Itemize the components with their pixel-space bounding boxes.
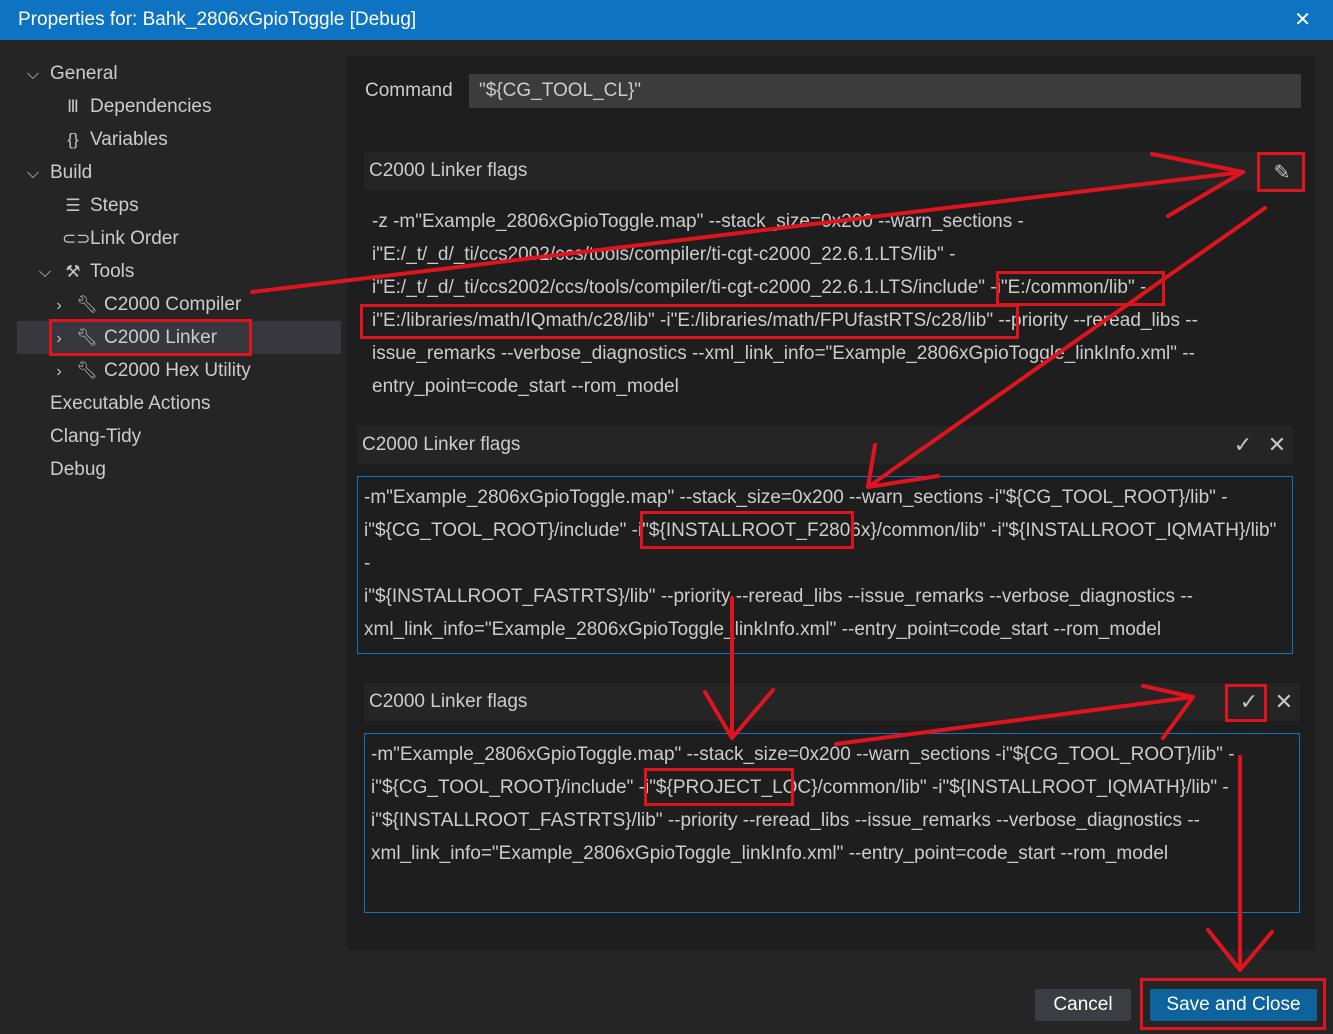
tree-item-label: Variables — [90, 129, 168, 150]
tree-item-variables[interactable]: {} Variables — [62, 123, 168, 156]
command-input[interactable]: "${CG_TOOL_CL}" — [469, 74, 1301, 108]
tree-item-tools[interactable]: ⌵ ⚒ Tools — [36, 255, 134, 288]
wrench-icon: 🔧︎ — [76, 361, 98, 380]
tree-item-label: Dependencies — [90, 96, 212, 117]
editor-line: i"${INSTALLROOT_FASTRTS}/lib" --priority… — [371, 810, 1200, 831]
cancel-button[interactable]: Cancel — [1035, 989, 1131, 1021]
editor-line: i"${CG_TOOL_ROOT}/include" -i"${INSTALLR… — [364, 520, 1277, 574]
title-bar: Properties for: Bahk_2806xGpioToggle [De… — [0, 0, 1333, 40]
tree-item-steps[interactable]: ☰ Steps — [62, 189, 139, 222]
chevron-right-icon: › — [56, 330, 62, 347]
linker-flags-editor-header: C2000 Linker flags — [364, 683, 1300, 721]
flags-line: i"E:/_t/_d/_ti/ccs2002/ccs/tools/compile… — [372, 277, 1147, 298]
wrench-icon: 🔧︎ — [76, 295, 98, 314]
editor-line: -m"Example_2806xGpioToggle.map" --stack_… — [364, 487, 1228, 508]
linker-flags-title: C2000 Linker flags — [369, 691, 528, 712]
close-icon[interactable]: ✕ — [1262, 430, 1292, 460]
chevron-right-icon: › — [56, 297, 62, 314]
save-and-close-button[interactable]: Save and Close — [1150, 989, 1317, 1021]
close-icon[interactable]: ✕ — [1269, 687, 1299, 717]
tree-item-label: Executable Actions — [50, 393, 211, 414]
link-icon: ⊂⊃ — [62, 229, 91, 248]
chevron-down-icon: ⌵ — [26, 66, 40, 83]
chevron-down-icon: ⌵ — [38, 264, 52, 281]
check-icon[interactable]: ✓ — [1234, 687, 1264, 717]
linker-flags-title: C2000 Linker flags — [369, 160, 528, 181]
library-icon: Ⅲ — [67, 97, 79, 116]
editor-line: xml_link_info="Example_2806xGpioToggle_l… — [371, 843, 1169, 864]
tree-item-build[interactable]: ⌵ Build — [24, 156, 92, 189]
editor-line: xml_link_info="Example_2806xGpioToggle_l… — [364, 619, 1162, 640]
tree-item-label: C2000 Compiler — [104, 294, 242, 315]
tree-item-c2000-compiler[interactable]: › 🔧︎ C2000 Compiler — [50, 288, 241, 321]
sidebar — [0, 40, 345, 1034]
wrench-icon: 🔧︎ — [76, 328, 98, 347]
chevron-right-icon: › — [56, 363, 62, 380]
linker-flags-header: C2000 Linker flags — [364, 152, 1306, 190]
tree-item-link-order[interactable]: ⊂⊃Link Order — [62, 222, 179, 255]
chevron-down-icon: ⌵ — [26, 165, 40, 182]
tree-item-c2000-hex-utility[interactable]: › 🔧︎ C2000 Hex Utility — [50, 354, 251, 387]
tree-item-clang-tidy[interactable]: Clang-Tidy — [50, 420, 141, 453]
flags-line: -z -m"Example_2806xGpioToggle.map" --sta… — [372, 211, 1024, 232]
tree-item-label: Clang-Tidy — [50, 426, 142, 447]
tree-item-label: C2000 Hex Utility — [104, 360, 251, 381]
window-title: Properties for: Bahk_2806xGpioToggle [De… — [18, 9, 417, 30]
tree-item-c2000-linker[interactable]: › 🔧︎ C2000 Linker — [17, 321, 341, 354]
editor-line: i"${INSTALLROOT_FASTRTS}/lib" --priority… — [364, 586, 1193, 607]
tree-item-label: Link Order — [90, 228, 179, 249]
tree-item-label: Steps — [90, 195, 139, 216]
editor-line: i"${CG_TOOL_ROOT}/include" -i"${PROJECT_… — [371, 777, 1229, 798]
braces-icon: {} — [67, 130, 79, 149]
flags-line: entry_point=code_start --rom_model — [372, 376, 679, 397]
tree-item-general[interactable]: ⌵ General — [24, 57, 118, 90]
tree-item-dependencies[interactable]: Ⅲ Dependencies — [62, 90, 211, 123]
list-icon: ☰ — [65, 196, 81, 215]
pencil-icon[interactable]: ✎ — [1262, 156, 1302, 190]
linker-flags-value: -z -m"Example_2806xGpioToggle.map" --sta… — [372, 205, 1252, 403]
close-icon[interactable]: ✕ — [1294, 0, 1311, 40]
command-label: Command — [365, 80, 453, 101]
tree-item-label: Tools — [90, 261, 135, 282]
tree-item-label: Debug — [50, 459, 106, 480]
tree-item-label: General — [50, 63, 118, 84]
tree-item-executable-actions[interactable]: Executable Actions — [50, 387, 211, 420]
linker-flags-editor-header: C2000 Linker flags — [357, 426, 1293, 464]
linker-flags-editor[interactable]: -m"Example_2806xGpioToggle.map" --stack_… — [357, 476, 1293, 654]
linker-flags-title: C2000 Linker flags — [362, 434, 521, 455]
tree-item-label: C2000 Linker — [104, 327, 218, 348]
check-icon[interactable]: ✓ — [1228, 430, 1258, 460]
flags-line: i"E:/_t/_d/_ti/ccs2002/ccs/tools/compile… — [372, 244, 956, 265]
flags-line: issue_remarks --verbose_diagnostics --xm… — [372, 343, 1195, 364]
editor-line: -m"Example_2806xGpioToggle.map" --stack_… — [371, 744, 1235, 765]
flags-line: i"E:/libraries/math/IQmath/c28/lib" -i"E… — [372, 310, 1198, 331]
tools-icon: ⚒ — [65, 262, 81, 281]
tree-item-label: Build — [50, 162, 93, 183]
tree-item-debug[interactable]: Debug — [50, 453, 106, 486]
linker-flags-editor[interactable]: -m"Example_2806xGpioToggle.map" --stack_… — [364, 733, 1300, 913]
